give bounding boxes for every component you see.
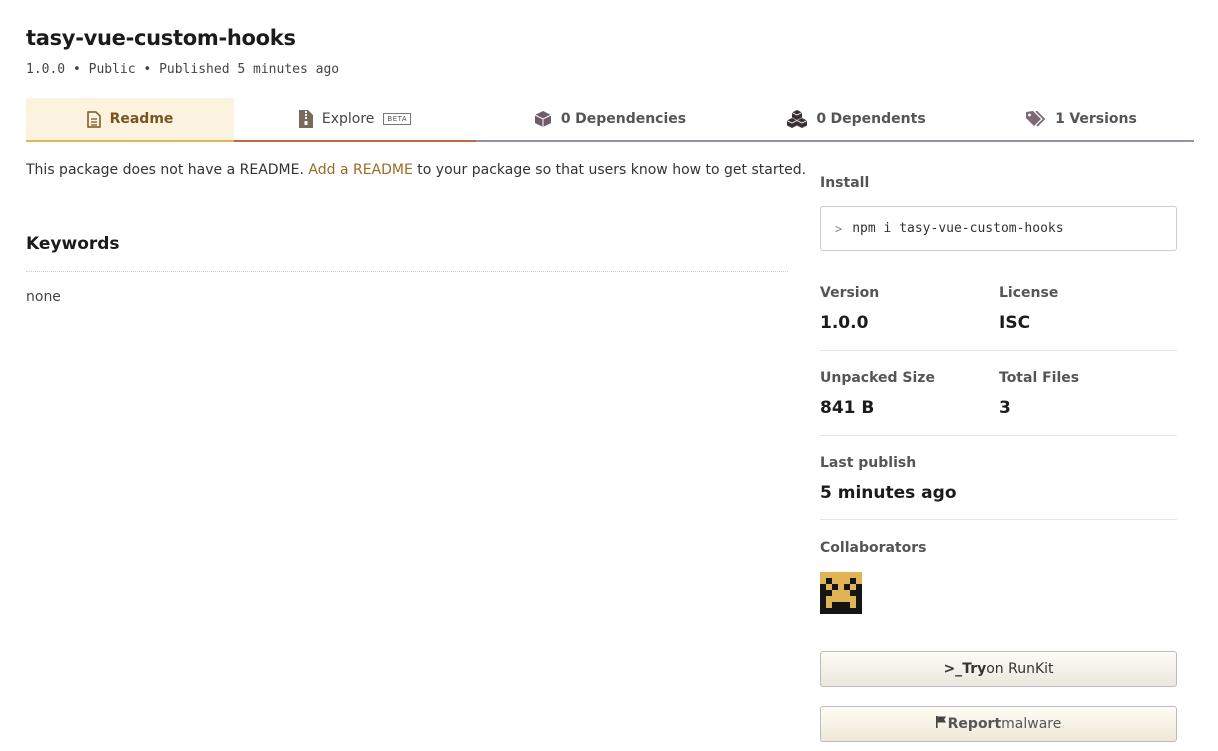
try-on-runkit-button[interactable]: >_ Try on RunKit	[820, 651, 1177, 687]
keywords-value: none	[26, 289, 61, 305]
box-icon	[534, 110, 552, 128]
meta-separator: •	[143, 62, 152, 77]
boxes-icon	[787, 110, 808, 128]
package-tabs: Readme Explore BETA 0 Dependencies 0 Dep…	[26, 98, 1194, 142]
tab-count: 1	[1055, 111, 1065, 127]
tab-dependencies[interactable]: 0 Dependencies	[476, 98, 744, 142]
version-value: 1.0.0	[820, 313, 869, 333]
package-version: 1.0.0	[26, 62, 66, 77]
version-label: Version	[820, 285, 880, 301]
readme-text-after: to your package so that users know how t…	[412, 162, 807, 178]
collaborator-avatar[interactable]	[820, 572, 862, 614]
zip-file-icon	[298, 110, 313, 128]
sidebar-divider	[820, 519, 1177, 520]
tab-label: Dependencies	[575, 111, 687, 127]
tab-label: Explore	[321, 111, 375, 127]
report-rest-label: malware	[1001, 716, 1062, 732]
published-ago: 5 minutes ago	[237, 62, 340, 77]
keywords-divider	[26, 271, 788, 272]
unpacked-size-label: Unpacked Size	[820, 370, 935, 386]
runkit-rest-label: on RunKit	[986, 661, 1054, 677]
add-readme-link[interactable]: Add a README	[308, 162, 412, 178]
last-publish-label: Last publish	[820, 455, 917, 471]
total-files-value: 3	[999, 398, 1011, 418]
install-command[interactable]: npm i tasy-vue-custom-hooks	[852, 221, 1063, 236]
readme-notice: This package does not have a README. Add…	[26, 162, 806, 178]
collaborators-label: Collaborators	[820, 540, 927, 556]
install-command-box[interactable]: > npm i tasy-vue-custom-hooks	[820, 206, 1177, 251]
tags-icon	[1026, 111, 1046, 127]
package-meta: 1.0.0 • Public • Published 5 minutes ago	[26, 62, 339, 77]
report-malware-button[interactable]: Report malware	[820, 706, 1177, 742]
keywords-heading: Keywords	[26, 234, 120, 254]
terminal-prompt-icon: >	[835, 221, 843, 236]
sidebar-divider	[820, 435, 1177, 436]
terminal-icon: >_	[943, 661, 963, 677]
beta-badge: BETA	[383, 113, 412, 125]
tab-count: 0	[816, 111, 827, 127]
license-label: License	[999, 285, 1059, 301]
tab-dependents[interactable]: 0 Dependents	[744, 98, 969, 142]
package-title: tasy-vue-custom-hooks	[26, 26, 296, 50]
tab-count: 0	[560, 111, 571, 127]
meta-separator: •	[72, 62, 81, 77]
report-bold-label: Report	[947, 716, 1002, 732]
tab-label: Readme	[109, 111, 174, 127]
last-publish-value: 5 minutes ago	[820, 483, 957, 503]
tab-label: Dependents	[830, 111, 926, 127]
tab-versions[interactable]: 1 Versions	[969, 98, 1194, 142]
tab-label: Versions	[1069, 111, 1137, 127]
package-visibility: Public	[88, 62, 136, 77]
install-label: Install	[820, 175, 870, 191]
sidebar-divider	[820, 350, 1177, 351]
readme-text-before: This package does not have a README.	[26, 162, 309, 178]
file-icon	[86, 110, 101, 128]
tab-explore[interactable]: Explore BETA	[234, 98, 476, 142]
license-value: ISC	[999, 313, 1031, 333]
published-prefix: Published	[159, 62, 230, 77]
tab-readme[interactable]: Readme	[26, 98, 234, 142]
unpacked-size-value: 841 B	[820, 398, 875, 418]
total-files-label: Total Files	[999, 370, 1080, 386]
flag-icon	[935, 716, 948, 732]
runkit-try-label: Try	[962, 661, 987, 677]
